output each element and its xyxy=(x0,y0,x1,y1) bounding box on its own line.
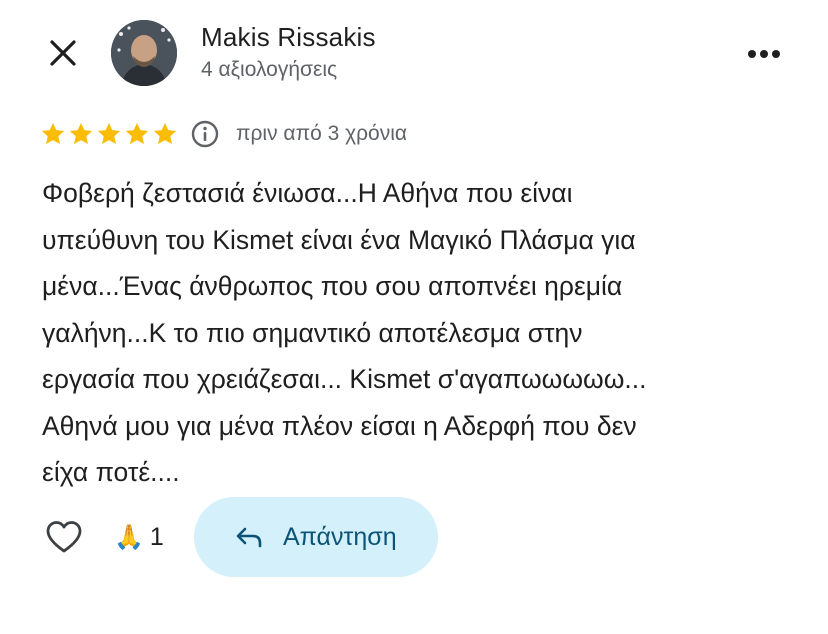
star-icon xyxy=(153,122,177,144)
review-text: Φοβερή ζεστασιά ένιωσα...Η Αθήνα που είν… xyxy=(42,178,647,487)
close-icon xyxy=(50,40,76,66)
reply-button-label: Απάντηση xyxy=(282,522,397,551)
rating-row: πριν από 3 χρόνια xyxy=(40,116,407,152)
like-button[interactable] xyxy=(40,513,88,561)
more-options-button[interactable] xyxy=(740,32,788,76)
more-vertical-dots-icon xyxy=(748,50,780,58)
review-actions: 🙏 1 Απάντηση xyxy=(40,497,438,577)
author-name[interactable]: Makis Rissakis xyxy=(201,22,376,53)
star-icon xyxy=(41,122,65,144)
reaction-count: 1 xyxy=(149,522,164,551)
star-icon xyxy=(125,122,149,144)
praying-hands-emoji: 🙏 xyxy=(114,523,144,551)
reply-arrow-icon xyxy=(236,527,262,548)
review-date: πριν από 3 χρόνια xyxy=(236,122,408,145)
star-icon xyxy=(69,122,93,144)
star-rating xyxy=(40,121,178,147)
close-button[interactable] xyxy=(40,30,86,76)
avatar[interactable] xyxy=(111,20,177,86)
reply-button[interactable]: Απάντηση xyxy=(193,497,438,577)
info-icon xyxy=(191,120,219,148)
info-button[interactable] xyxy=(190,119,220,149)
avatar-image xyxy=(111,20,177,86)
heart-outline-icon xyxy=(46,521,82,553)
star-icon xyxy=(97,122,121,144)
reaction-button[interactable]: 🙏 1 xyxy=(114,523,164,552)
author-review-count: 4 αξιολογήσεις xyxy=(201,58,338,81)
